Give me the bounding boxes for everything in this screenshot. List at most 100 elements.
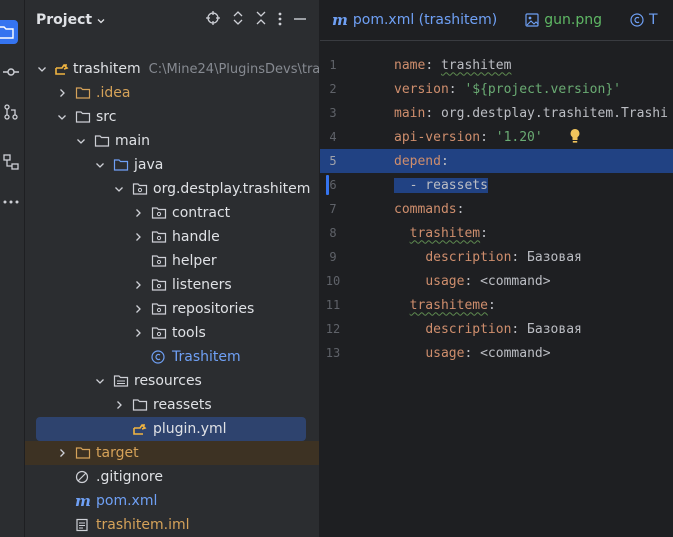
source-folder-icon: [113, 153, 131, 177]
change-marker: [326, 175, 329, 195]
chevron-right-icon[interactable]: [56, 81, 68, 105]
chevron-down-icon[interactable]: [96, 11, 106, 30]
tree-item-target[interactable]: target: [25, 441, 319, 465]
structure-icon[interactable]: [0, 150, 22, 174]
code-token: :: [456, 201, 465, 217]
tree-item-label: plugin.yml: [153, 421, 227, 437]
chevron-right-icon[interactable]: [113, 393, 125, 417]
chevron-right-icon[interactable]: [132, 321, 144, 345]
tab-trashitem-class[interactable]: T: [630, 12, 658, 28]
code-line: 13 usage: <command>: [320, 341, 673, 365]
project-tool-icon[interactable]: [0, 20, 18, 44]
code-token: description: [425, 321, 512, 337]
lightbulb-icon[interactable]: [569, 128, 581, 148]
line-number: 8: [329, 226, 337, 240]
editor-area: m pom.xml (trashitem) gun.png T 1 name: t…: [320, 0, 673, 537]
code-text: api-version: '1.20': [394, 130, 543, 145]
code-text: trashiteme:: [394, 298, 496, 313]
tree-item-src[interactable]: src: [25, 105, 319, 129]
tree-item-helper[interactable]: helper: [25, 249, 319, 273]
tree-item-label: contract: [172, 205, 231, 221]
code-token: usage: [425, 273, 465, 289]
tree-item-org-destplay-trashitem[interactable]: org.destplay.trashitem: [25, 177, 319, 201]
pull-requests-icon[interactable]: [0, 100, 22, 124]
panel-title[interactable]: Project: [36, 12, 92, 28]
yaml-plugin-icon: [132, 417, 150, 441]
tree-item-resources[interactable]: resources: [25, 369, 319, 393]
code-token: name: [394, 57, 426, 73]
plugin-icon: [54, 57, 70, 81]
tree-item-java[interactable]: java: [25, 153, 319, 177]
package-icon: [151, 225, 169, 249]
more-tools-icon[interactable]: [0, 190, 22, 214]
line-number: 13: [325, 346, 341, 360]
code-token: depend: [394, 153, 441, 169]
code-line: 2 version: '${project.version}': [320, 77, 673, 101]
folder-icon: [94, 129, 112, 153]
code-text: - reassets: [394, 177, 488, 193]
chevron-right-icon[interactable]: [56, 441, 68, 465]
project-path: C:\Mine24\PluginsDevs\tra: [148, 61, 319, 77]
chevron-down-icon[interactable]: [75, 129, 87, 153]
tree-item-gitignore[interactable]: .gitignore: [25, 465, 319, 489]
chevron-down-icon[interactable]: [37, 57, 47, 81]
tab-pom-xml[interactable]: m pom.xml (trashitem): [332, 11, 497, 29]
locate-icon[interactable]: [205, 10, 221, 30]
package-icon: [151, 273, 169, 297]
tree-item-contract[interactable]: contract: [25, 201, 319, 225]
tab-label: pom.xml (trashitem): [352, 12, 498, 28]
code-token: version: [394, 81, 449, 97]
tree-item-reassets[interactable]: reassets: [25, 393, 319, 417]
options-icon[interactable]: [278, 11, 282, 30]
code-line: 5 depend:: [320, 149, 673, 173]
tree-item-tools[interactable]: tools: [25, 321, 319, 345]
tab-gun-png[interactable]: gun.png: [525, 12, 602, 28]
tree-item-handle[interactable]: handle: [25, 225, 319, 249]
chevron-right-icon[interactable]: [132, 273, 144, 297]
tree-item-repositories[interactable]: repositories: [25, 297, 319, 321]
commit-icon[interactable]: [0, 60, 22, 84]
chevron-right-icon[interactable]: [132, 201, 144, 225]
tab-label: T: [648, 12, 658, 28]
chevron-placeholder: [56, 465, 68, 489]
code-token: api-version: [394, 129, 481, 145]
line-number: 1: [329, 58, 337, 72]
tree-item-pom-xml[interactable]: m pom.xml: [25, 489, 319, 513]
tree-item-trashitem-iml[interactable]: trashitem.iml: [25, 513, 319, 537]
chevron-down-icon[interactable]: [56, 105, 68, 129]
tree-item-label: listeners: [172, 277, 232, 293]
code-token: : <command>: [464, 273, 551, 289]
tree-item-trashitem[interactable]: trashitem C:\Mine24\PluginsDevs\tra: [25, 57, 319, 81]
hide-panel-icon[interactable]: [293, 11, 307, 30]
chevron-down-icon[interactable]: [94, 369, 106, 393]
tree-item-plugin-yml[interactable]: plugin.yml: [36, 417, 306, 441]
code-token: :: [480, 129, 496, 145]
code-line: 10 usage: <command>: [320, 269, 673, 293]
tree-item-listeners[interactable]: listeners: [25, 273, 319, 297]
chevron-down-icon[interactable]: [94, 153, 106, 177]
chevron-placeholder: [113, 417, 125, 441]
expand-collapse-icon[interactable]: [232, 10, 244, 30]
tree-item-idea[interactable]: .idea: [25, 81, 319, 105]
chevron-right-icon[interactable]: [132, 297, 144, 321]
tab-label: gun.png: [544, 12, 602, 28]
code-text: trashitem:: [394, 226, 488, 241]
tree-item-trashitem[interactable]: Trashitem: [25, 345, 319, 369]
folder-icon: [75, 441, 93, 465]
line-number: 11: [325, 298, 341, 312]
tree-item-main[interactable]: main: [25, 129, 319, 153]
chevron-right-icon[interactable]: [132, 225, 144, 249]
folder-icon: [75, 81, 93, 105]
resources-folder-icon: [113, 369, 131, 393]
chevron-down-icon[interactable]: [113, 177, 125, 201]
line-number: 5: [329, 154, 337, 168]
code-token: trashitem: [409, 225, 481, 241]
code-token: description: [425, 249, 512, 265]
folder-icon: [75, 105, 93, 129]
code-token: :: [480, 225, 488, 241]
code-token: '1.20': [495, 129, 543, 145]
tree-item-label: src: [96, 109, 117, 125]
chevron-placeholder: [132, 345, 144, 369]
collapse-all-icon[interactable]: [255, 10, 267, 30]
